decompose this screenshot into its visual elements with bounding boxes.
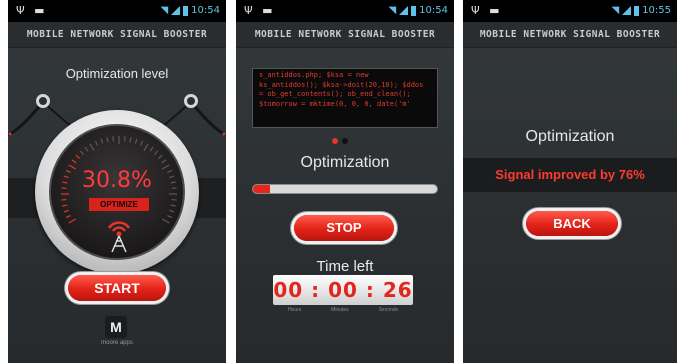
gauge-tick [140, 140, 144, 146]
gauge-tick [79, 150, 84, 156]
wifi-icon: ◥ [160, 5, 169, 16]
signal-icon [622, 6, 632, 15]
gauge-tick [62, 204, 68, 207]
screen-optimization-progress: Ψ ▬ ◥ 10:54 MOBILE NETWORK SIGNAL BOOSTE… [236, 0, 454, 363]
time-left-label: Time left [316, 258, 374, 275]
gauge-tick [94, 140, 98, 146]
gauge-tick [171, 198, 177, 201]
gauge-tick [84, 146, 89, 152]
usb-and-notification-icons: Ψ ▬ [16, 4, 48, 17]
battery-icon [411, 5, 417, 16]
page-dot-active [332, 138, 338, 144]
gauge-tick [63, 209, 69, 213]
stop-button[interactable]: STOP [294, 215, 394, 241]
log-line: = ob_get_contents(); ob_end_clean(); [259, 90, 411, 98]
gauge-face: 30.8% OPTIMIZE [49, 124, 185, 260]
clock: 10:55 [642, 5, 671, 16]
battery-icon [183, 5, 189, 16]
page-indicator [332, 138, 348, 144]
gauge-tick [61, 198, 67, 201]
app-title: MOBILE NETWORK SIGNAL BOOSTER [463, 22, 677, 48]
status-right: ◥ 10:54 [160, 5, 220, 16]
wifi-icon: ◥ [611, 5, 620, 16]
logo-caption: moore apps [101, 340, 133, 346]
gauge-tick [154, 150, 159, 156]
gauge-tick [123, 136, 126, 142]
signal-icon [171, 6, 181, 15]
signal-improved-message: Signal improved by 76% [495, 167, 645, 182]
optimization-progress-bar [252, 184, 438, 194]
optimization-heading: Optimization [300, 154, 390, 171]
status-bar: Ψ ▬ ◥ 10:55 [463, 0, 677, 22]
gauge-tick [106, 137, 109, 143]
timer-unit-seconds: Seconds [378, 307, 399, 313]
optimization-percent: 30.8% [82, 168, 152, 193]
clock: 10:54 [419, 5, 448, 16]
status-right: ◥ 10:54 [388, 5, 448, 16]
gauge-tick [157, 154, 163, 159]
start-button[interactable]: START [68, 275, 166, 301]
clock: 10:54 [191, 5, 220, 16]
optimize-label: OPTIMIZE [89, 198, 149, 211]
gauge-tick [89, 143, 95, 151]
gauge-tick [170, 204, 176, 207]
optimization-gauge: 30.8% OPTIMIZE [35, 110, 199, 274]
gauge-tick [75, 154, 81, 159]
progress-fill [253, 185, 270, 193]
gauge-tick [134, 138, 138, 144]
gauge-tick [65, 215, 71, 219]
gauge-tick [112, 136, 115, 142]
gauge-tick [162, 218, 170, 224]
battery-icon [634, 5, 640, 16]
right-pin-icon [184, 94, 198, 108]
timer-unit-minutes: Minutes [331, 307, 349, 313]
timer-unit-hours: Hours [287, 307, 302, 313]
signal-icon [399, 6, 409, 15]
page-dot [342, 138, 348, 144]
log-line: s_antiddos.php; $ksa = new [259, 71, 369, 79]
gauge-tick [161, 159, 167, 164]
optimization-level-heading: Optimization level [65, 66, 169, 81]
usb-and-notification-icons: Ψ ▬ [471, 4, 503, 17]
signal-tower-icon [107, 221, 131, 253]
timer-units: Hours Minutes Seconds [273, 307, 413, 313]
gauge-tick [143, 143, 149, 151]
gauge-tick [167, 215, 173, 219]
gauge-tick [100, 138, 104, 144]
back-button[interactable]: BACK [526, 211, 618, 236]
screen-optimization-level: Ψ ▬ ◥ 10:54 MOBILE NETWORK SIGNAL BOOSTE… [8, 0, 226, 363]
gauge-tick [149, 146, 154, 152]
status-bar: Ψ ▬ ◥ 10:54 [236, 0, 454, 22]
left-pin-icon [36, 94, 50, 108]
wifi-icon: ◥ [388, 5, 397, 16]
gauge-tick [169, 209, 175, 213]
optimization-heading: Optimization [525, 128, 615, 145]
log-line: $tomorrow = mktime(0, 0, 0, date('m' [259, 99, 411, 108]
status-bar: Ψ ▬ ◥ 10:54 [8, 0, 226, 22]
usb-and-notification-icons: Ψ ▬ [244, 4, 276, 17]
screen-optimization-result: Ψ ▬ ◥ 10:55 MOBILE NETWORK SIGNAL BOOSTE… [463, 0, 677, 363]
gauge-tick [68, 218, 76, 224]
app-title: MOBILE NETWORK SIGNAL BOOSTER [8, 22, 226, 48]
code-log: s_antiddos.php; $ksa = new ks_antiddos()… [252, 68, 438, 128]
gauge-tick [71, 159, 77, 164]
moore-apps-logo[interactable]: M [105, 316, 127, 338]
app-title: MOBILE NETWORK SIGNAL BOOSTER [236, 22, 454, 48]
log-line: ks_antiddos(); $ksa->doit(20,10); $ddos [259, 80, 424, 89]
status-right: ◥ 10:55 [611, 5, 671, 16]
gauge-tick [129, 137, 132, 143]
countdown-timer: 00 : 00 : 26 [273, 275, 413, 305]
